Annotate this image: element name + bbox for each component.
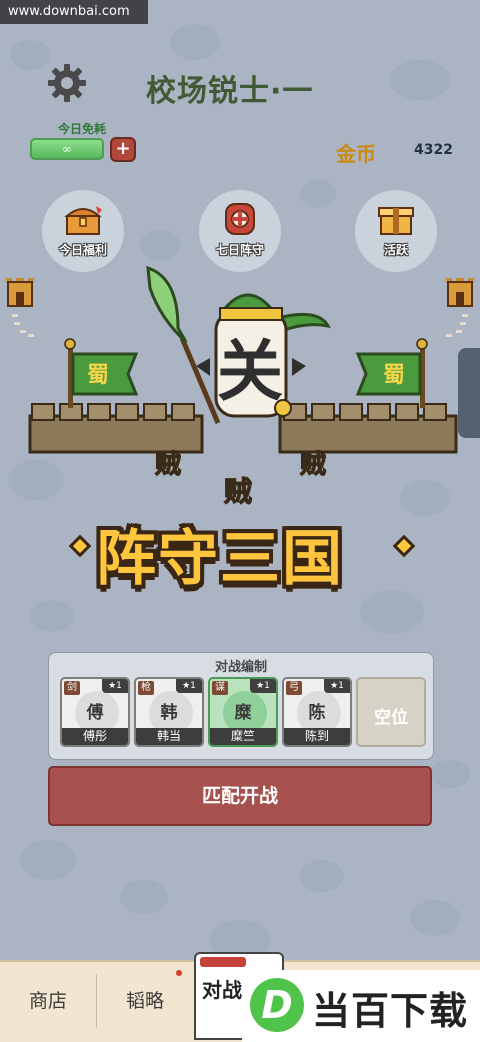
- enemy-bandits: 贼 贼 贼: [154, 450, 326, 509]
- banner-left: 蜀: [64, 338, 139, 408]
- treasure-chest-icon: [64, 206, 102, 235]
- hero-type-badge: 弓: [286, 681, 302, 695]
- wall-left: [28, 403, 204, 454]
- download-site-watermark: D 当百下载: [242, 970, 480, 1042]
- energy-bar: ∞: [30, 138, 104, 160]
- hero-star-badge: ★1: [102, 679, 128, 693]
- hero-name: 韩当: [136, 728, 202, 745]
- active-tab-indicator: [200, 957, 246, 967]
- hero-portrait-glyph: 韩: [160, 703, 178, 723]
- general-guan-yu: 关: [196, 293, 331, 418]
- stage-title: 校场锐士·一: [146, 74, 314, 109]
- battle-formation-panel: 对战编制 傅 剑 ★1 傅彤 韩 枪 ★1 韩当 糜 谋 ★1 糜竺 陈 弓 ★…: [48, 652, 434, 760]
- feature-label: 七日阵守: [215, 243, 264, 257]
- hero-portrait-glyph: 糜: [234, 703, 252, 723]
- svg-text:贼: 贼: [155, 450, 181, 480]
- gold-value: 4322: [414, 142, 453, 158]
- gift-box-icon: [378, 207, 414, 235]
- hero-slot-selected[interactable]: 糜 谋 ★1 糜竺: [208, 677, 278, 747]
- gold-label: 金币: [336, 142, 376, 166]
- svg-text:蜀: 蜀: [87, 363, 109, 388]
- hero-star-badge: ★1: [250, 679, 276, 693]
- download-watermark-text: 当百下载: [312, 989, 469, 1033]
- hero-slot[interactable]: 傅 剑 ★1 傅彤: [60, 677, 130, 747]
- hero-slot[interactable]: 陈 弓 ★1 陈到: [282, 677, 352, 747]
- svg-text:贼: 贼: [300, 450, 326, 480]
- download-logo-icon: D: [250, 978, 304, 1032]
- hero-name: 傅彤: [62, 728, 128, 745]
- hero-name: 陈到: [284, 728, 350, 745]
- hero-slot[interactable]: 韩 枪 ★1 韩当: [134, 677, 204, 747]
- gear-icon[interactable]: [46, 62, 88, 104]
- hero-star-badge: ★1: [324, 679, 350, 693]
- nav-tab-shop[interactable]: 商店: [0, 962, 96, 1040]
- notification-dot: [176, 970, 182, 976]
- hero-type-badge: 枪: [138, 681, 154, 695]
- wall-right: [278, 403, 458, 454]
- svg-text:蜀: 蜀: [383, 363, 405, 388]
- infinity-icon: ∞: [62, 142, 72, 156]
- banner-right: 蜀: [355, 338, 428, 408]
- hero-illustration: 蜀 蜀 关 贼 贼 贼: [28, 265, 458, 509]
- hero-portrait-glyph: 陈: [308, 703, 326, 723]
- feature-label: 今日福利: [58, 243, 107, 257]
- add-energy-button[interactable]: +: [110, 137, 136, 162]
- svg-text:关: 关: [217, 333, 283, 410]
- hero-star-badge: ★1: [176, 679, 202, 693]
- side-drawer-handle[interactable]: [458, 348, 480, 438]
- hero-name: 糜竺: [210, 728, 276, 745]
- hero-type-badge: 谋: [212, 681, 228, 695]
- nav-tab-battle-label: 对战: [202, 978, 242, 1002]
- feature-label: 活跃: [383, 243, 408, 257]
- formation-title: 对战编制: [214, 660, 267, 675]
- guandao-weapon: [146, 265, 221, 424]
- hero-portrait-glyph: 傅: [86, 703, 104, 723]
- hero-type-badge: 剑: [64, 681, 80, 695]
- energy-label: 今日免耗: [58, 122, 107, 136]
- empty-slot-label: 空位: [374, 708, 408, 728]
- game-logo: 阵守三国: [96, 524, 344, 594]
- svg-text:贼: 贼: [224, 475, 252, 508]
- target-shield-icon: [225, 203, 255, 235]
- empty-slot[interactable]: 空位: [356, 677, 426, 747]
- watermark-url: www.downbai.com: [0, 0, 148, 24]
- match-battle-button[interactable]: 匹配开战: [48, 766, 432, 826]
